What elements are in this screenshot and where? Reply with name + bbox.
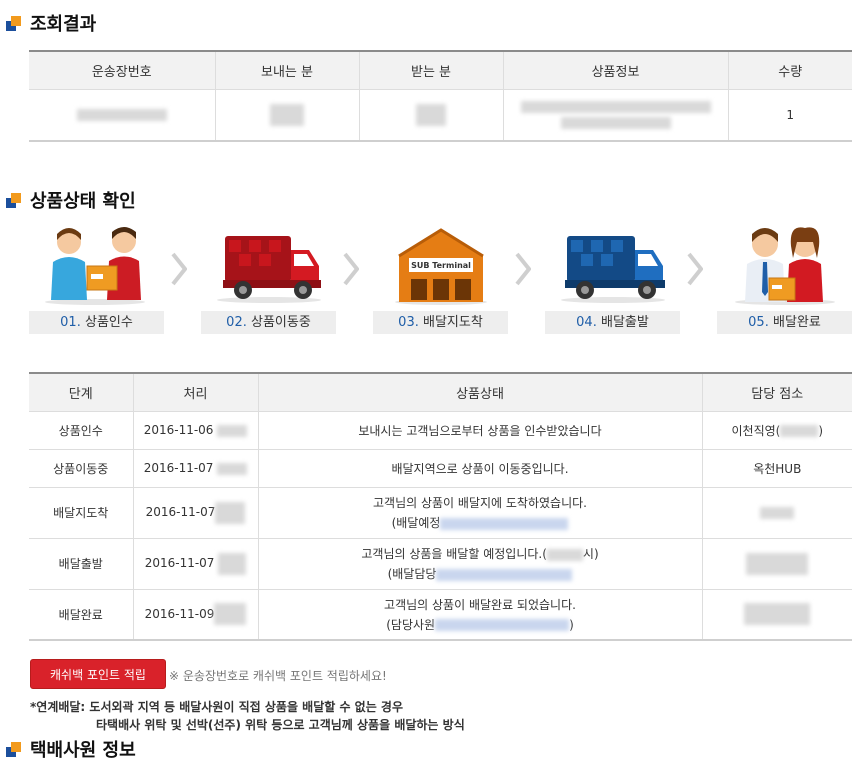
status-section-title: 상품상태 확인: [6, 187, 136, 213]
header-stage: 단계: [29, 373, 133, 412]
date-cell: 2016-11-09: [132, 589, 258, 641]
stage-cell: 상품이동중: [29, 449, 133, 488]
receiver-cell: [358, 89, 503, 142]
notice-line1: *연계배달: 도서외곽 지역 등 배달사원이 직접 상품을 배달할 수 없는 경…: [30, 700, 404, 714]
office-cell: [701, 589, 852, 641]
chevron-right-icon: [687, 252, 703, 286]
result-table: 운송장번호 보내는 분 받는 분 상품정보 수량 1: [29, 50, 852, 142]
status-cell: 고객님의 상품을 배달할 예정입니다.(시) (배달담당: [257, 538, 702, 590]
redacted-time: [214, 603, 247, 626]
terminal-building-icon: SUB Terminal: [395, 228, 487, 305]
step-label-1: 01. 상품인수: [29, 311, 164, 334]
status-cell: 배달지역으로 상품이 이동중입니다.: [257, 449, 702, 488]
step-arrived: SUB Terminal 03. 배달지도착: [373, 222, 508, 334]
redacted-time: [217, 424, 248, 437]
table-row: 배달지도착 2016-11-07 고객님의 상품이 배달지에 도착하였습니다. …: [29, 487, 852, 539]
redacted-product-line1: [520, 100, 711, 113]
handover-people-icon: [45, 227, 145, 305]
office-cell: 이천직영(): [701, 411, 852, 450]
header-office: 담당 점소: [701, 373, 852, 412]
redacted-time: [218, 552, 247, 575]
redacted-receiver: [416, 103, 446, 126]
header-status: 상품상태: [257, 373, 702, 412]
notice-line2: 타택배사 위탁 및 선박(선주) 위탁 등으로 고객님께 상품을 배달하는 방식: [96, 718, 465, 732]
header-processed: 처리: [132, 373, 258, 412]
step-pickup: 01. 상품인수: [29, 222, 164, 334]
status-table: 단계 처리 상품상태 담당 점소 상품인수 2016-11-06 보내시는 고객…: [29, 372, 852, 641]
redacted-office: [760, 507, 795, 519]
quantity-cell: 1: [727, 89, 852, 142]
stage-cell: 배달완료: [29, 589, 133, 641]
courier-title-text: 택배사원 정보: [30, 740, 136, 761]
header-receiver: 받는 분: [358, 51, 503, 90]
step-departed: 04. 배달출발: [545, 222, 680, 334]
blue-truck-icon: [561, 236, 665, 303]
stage-cell: 배달출발: [29, 538, 133, 590]
status-header-row: 단계 처리 상품상태 담당 점소: [29, 373, 852, 412]
redacted-time: [215, 501, 246, 524]
status-cell: 고객님의 상품이 배달완료 되었습니다. (담당사원): [257, 589, 702, 641]
office-cell: 옥천HUB: [701, 449, 852, 488]
stage-cell: 배달지도착: [29, 487, 133, 539]
date-cell: 2016-11-07: [132, 487, 258, 539]
redacted-office: [780, 425, 819, 437]
redacted-office: [744, 603, 811, 626]
waybill-cell: [29, 89, 215, 142]
result-header-row: 운송장번호 보내는 분 받는 분 상품정보 수량: [29, 51, 852, 90]
svg-text:SUB Terminal: SUB Terminal: [411, 261, 471, 270]
result-section-title: 조회결과: [6, 10, 96, 36]
office-cell: [701, 487, 852, 539]
redacted-waybill: [76, 109, 167, 122]
step-label-3: 03. 배달지도착: [373, 311, 508, 334]
delivery-steps: 01. 상품인수 02. 상품이동중 SUB Terminal 03. 배달지도…: [29, 222, 852, 334]
office-cell: [701, 538, 852, 590]
result-title-text: 조회결과: [30, 14, 97, 35]
section-bullet-icon: [6, 15, 21, 31]
delivered-people-icon: [735, 227, 835, 305]
redacted-sender: [270, 103, 304, 126]
redacted-eta-time: [546, 548, 583, 561]
redacted-office: [746, 552, 809, 575]
date-cell: 2016-11-07: [132, 538, 258, 590]
step-label-5: 05. 배달완료: [717, 311, 852, 334]
table-row: 상품이동중 2016-11-07 배달지역으로 상품이 이동중입니다. 옥천HU…: [29, 449, 852, 488]
sender-cell: [214, 89, 359, 142]
section-bullet-icon: [6, 741, 21, 757]
linked-delivery-notice: *연계배달: 도서외곽 지역 등 배달사원이 직접 상품을 배달할 수 없는 경…: [30, 698, 465, 734]
result-row: 1: [29, 89, 852, 142]
table-row: 배달출발 2016-11-07 고객님의 상품을 배달할 예정입니다.(시) (…: [29, 538, 852, 590]
redacted-delivery-eta: [440, 517, 569, 530]
redacted-time: [217, 462, 248, 475]
date-cell: 2016-11-06: [132, 411, 258, 450]
chevron-right-icon: [171, 252, 187, 286]
status-cell: 보내시는 고객님으로부터 상품을 인수받았습니다: [257, 411, 702, 450]
step-label-4: 04. 배달출발: [545, 311, 680, 334]
stage-cell: 상품인수: [29, 411, 133, 450]
chevron-right-icon: [515, 252, 531, 286]
header-waybill: 운송장번호: [29, 51, 215, 90]
status-cell: 고객님의 상품이 배달지에 도착하였습니다. (배달예정: [257, 487, 702, 539]
step-moving: 02. 상품이동중: [201, 222, 336, 334]
courier-section-title: 택배사원 정보: [6, 736, 136, 762]
status-title-text: 상품상태 확인: [30, 191, 136, 212]
step-label-2: 02. 상품이동중: [201, 311, 336, 334]
step-delivered: 05. 배달완료: [717, 222, 852, 334]
cashback-button[interactable]: 캐쉬백 포인트 적립: [30, 659, 166, 689]
date-cell: 2016-11-07: [132, 449, 258, 488]
redacted-product-line2: [560, 116, 671, 129]
section-bullet-icon: [6, 192, 21, 208]
header-product: 상품정보: [502, 51, 728, 90]
table-row: 상품인수 2016-11-06 보내시는 고객님으로부터 상품을 인수받았습니다…: [29, 411, 852, 450]
product-cell: [502, 89, 728, 142]
cashback-note: ※ 운송장번호로 캐쉬백 포인트 적립하세요!: [169, 669, 387, 683]
header-sender: 보내는 분: [214, 51, 359, 90]
redacted-courier: [435, 619, 570, 632]
red-truck-icon: [217, 236, 321, 303]
table-row: 배달완료 2016-11-09 고객님의 상품이 배달완료 되었습니다. (담당…: [29, 589, 852, 641]
redacted-courier: [436, 568, 573, 581]
header-quantity: 수량: [727, 51, 852, 90]
chevron-right-icon: [343, 252, 359, 286]
